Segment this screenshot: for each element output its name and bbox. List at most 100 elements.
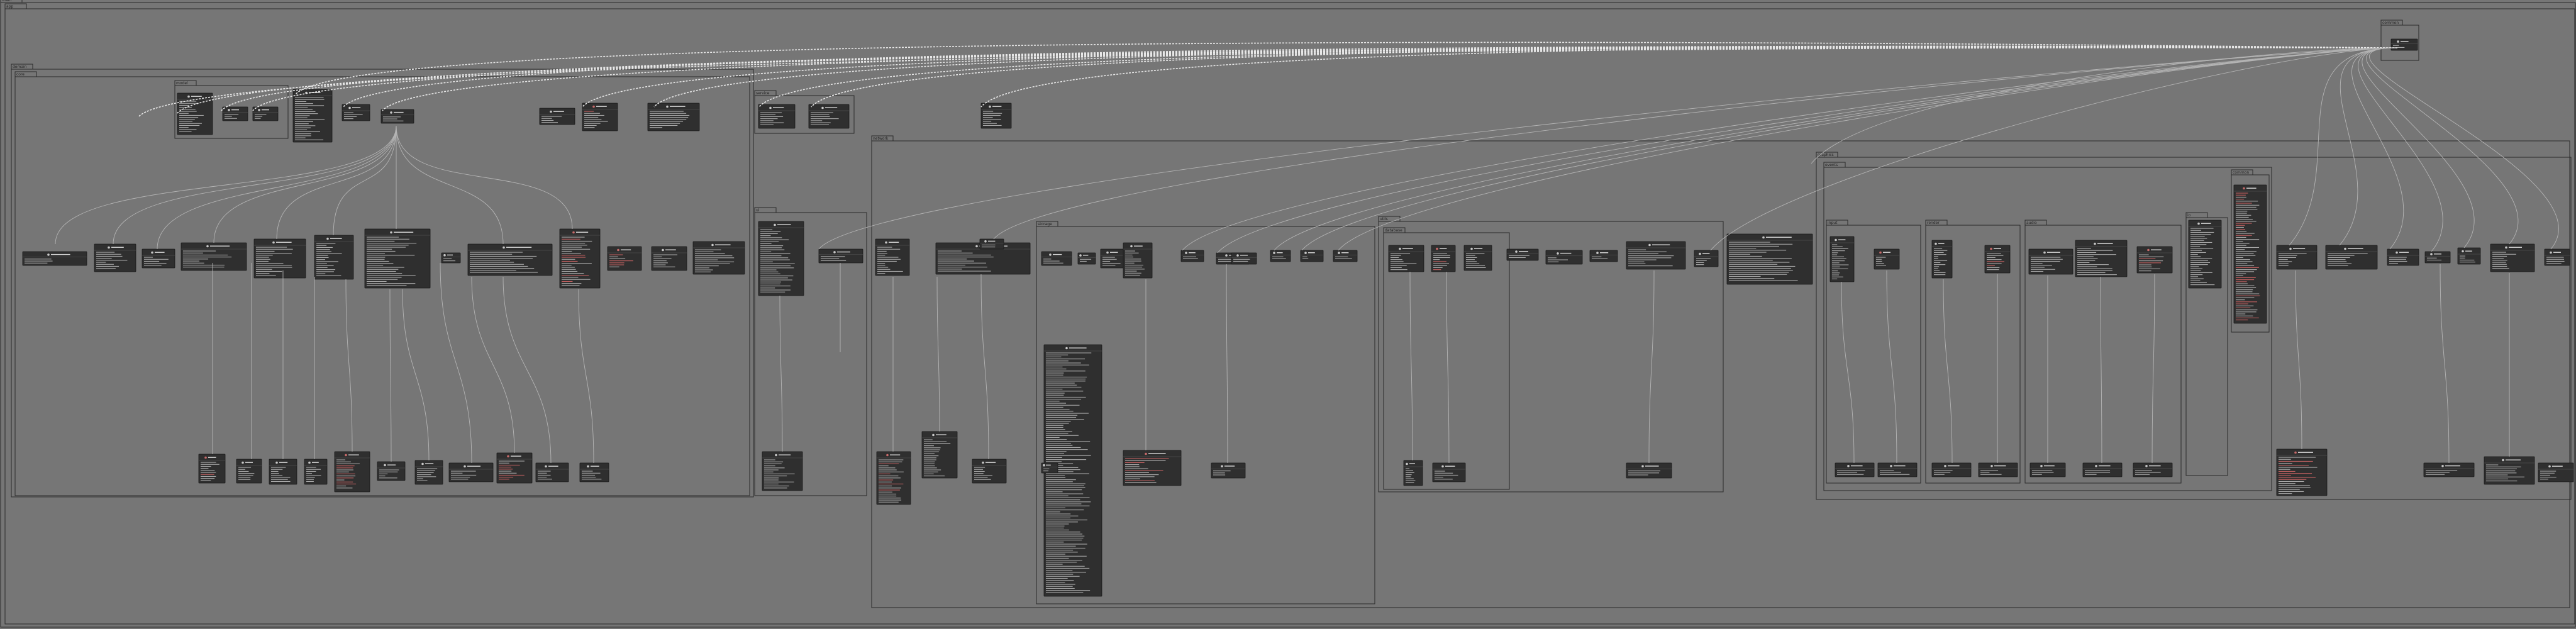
class-box[interactable] <box>2484 456 2535 485</box>
class-box[interactable] <box>1403 460 1423 486</box>
class-box[interactable] <box>1931 240 1953 279</box>
class-box[interactable] <box>1432 462 1466 482</box>
class-box[interactable] <box>1270 250 1291 262</box>
class-member-row <box>238 475 253 476</box>
class-box[interactable] <box>177 92 213 135</box>
class-box[interactable] <box>1123 450 1182 486</box>
class-box[interactable] <box>467 243 553 276</box>
class-marker-icon <box>833 251 836 253</box>
class-box[interactable] <box>1123 242 1153 279</box>
class-box[interactable] <box>2188 220 2222 289</box>
class-box[interactable] <box>1626 241 1686 270</box>
class-box[interactable] <box>1829 236 1855 282</box>
class-box[interactable] <box>1333 250 1358 262</box>
class-box[interactable] <box>448 462 494 482</box>
class-box[interactable] <box>2029 462 2066 477</box>
class-box[interactable] <box>1931 462 1972 477</box>
class-box[interactable] <box>377 461 406 481</box>
class-box[interactable] <box>979 238 1004 250</box>
class-box[interactable] <box>876 451 911 505</box>
class-box[interactable] <box>651 246 687 271</box>
class-box[interactable] <box>414 460 443 485</box>
class-box[interactable] <box>364 228 431 289</box>
class-box[interactable] <box>198 454 226 484</box>
class-box[interactable] <box>808 104 850 129</box>
class-box[interactable] <box>539 108 575 125</box>
class-box[interactable] <box>441 252 461 264</box>
class-box[interactable] <box>1506 248 1539 261</box>
class-box[interactable] <box>582 103 618 131</box>
class-box[interactable] <box>1300 250 1324 262</box>
class-box[interactable] <box>818 248 863 264</box>
class-box[interactable] <box>94 243 136 272</box>
class-box[interactable] <box>647 103 700 131</box>
class-box[interactable] <box>222 106 248 121</box>
class-box[interactable] <box>2276 245 2318 270</box>
class-box[interactable] <box>2233 184 2267 324</box>
class-box[interactable] <box>269 459 297 485</box>
class-box[interactable] <box>380 109 414 124</box>
class-box[interactable] <box>559 228 601 289</box>
class-box[interactable] <box>1877 462 1918 477</box>
class-box[interactable] <box>252 106 279 121</box>
class-box[interactable] <box>2544 248 2570 266</box>
class-box[interactable] <box>921 431 958 479</box>
class-member-row <box>1934 256 1938 257</box>
class-box[interactable] <box>2133 462 2173 477</box>
class-box[interactable] <box>2276 448 2328 496</box>
class-box[interactable] <box>1626 462 1672 479</box>
class-box[interactable] <box>692 241 745 275</box>
class-box[interactable] <box>2136 246 2173 274</box>
class-box[interactable] <box>341 104 370 121</box>
class-box[interactable] <box>2075 240 2128 277</box>
class-box[interactable] <box>236 459 262 484</box>
class-box[interactable] <box>2387 248 2419 266</box>
class-box[interactable] <box>758 221 804 296</box>
class-member-row <box>1729 264 1778 265</box>
class-box[interactable] <box>2082 462 2123 477</box>
class-box[interactable] <box>2028 248 2074 275</box>
class-box[interactable] <box>1545 250 1583 265</box>
class-box[interactable] <box>1231 252 1257 265</box>
class-box[interactable] <box>1041 462 1058 474</box>
class-box[interactable] <box>2423 462 2475 477</box>
class-box[interactable] <box>875 238 910 276</box>
class-box[interactable] <box>758 104 796 129</box>
class-box[interactable] <box>2424 251 2451 264</box>
class-box[interactable] <box>1077 252 1096 265</box>
class-box[interactable] <box>2490 243 2535 272</box>
class-box[interactable] <box>980 103 1012 129</box>
class-box[interactable] <box>314 235 354 280</box>
class-box[interactable] <box>2538 462 2574 482</box>
class-box[interactable] <box>1431 245 1456 272</box>
class-box[interactable] <box>1180 250 1204 262</box>
class-box[interactable] <box>496 452 533 484</box>
class-box[interactable] <box>304 459 328 485</box>
class-box[interactable] <box>1463 245 1492 271</box>
class-box[interactable] <box>22 251 87 266</box>
class-box[interactable] <box>1726 233 1813 285</box>
class-box[interactable] <box>142 248 175 269</box>
class-box[interactable] <box>1589 250 1618 262</box>
class-box[interactable] <box>607 246 642 271</box>
class-box[interactable] <box>1874 248 1900 270</box>
class-box[interactable] <box>1041 251 1072 266</box>
class-box[interactable] <box>2390 38 2418 51</box>
class-box[interactable] <box>972 459 1007 484</box>
class-box[interactable] <box>1835 462 1875 477</box>
class-box[interactable] <box>253 238 306 279</box>
class-box[interactable] <box>1388 245 1424 272</box>
class-box[interactable] <box>180 242 247 271</box>
class-box[interactable] <box>1694 250 1719 267</box>
class-box[interactable] <box>1211 462 1246 479</box>
class-box[interactable] <box>1978 462 2018 477</box>
class-marker-icon <box>2430 253 2433 255</box>
class-box[interactable] <box>579 462 609 482</box>
class-box[interactable] <box>292 89 333 143</box>
class-box[interactable] <box>535 462 569 482</box>
class-box[interactable] <box>762 451 803 491</box>
class-box[interactable] <box>1984 245 2011 274</box>
class-box[interactable] <box>334 451 370 493</box>
class-box[interactable] <box>2325 245 2378 270</box>
class-box[interactable] <box>2457 247 2481 265</box>
